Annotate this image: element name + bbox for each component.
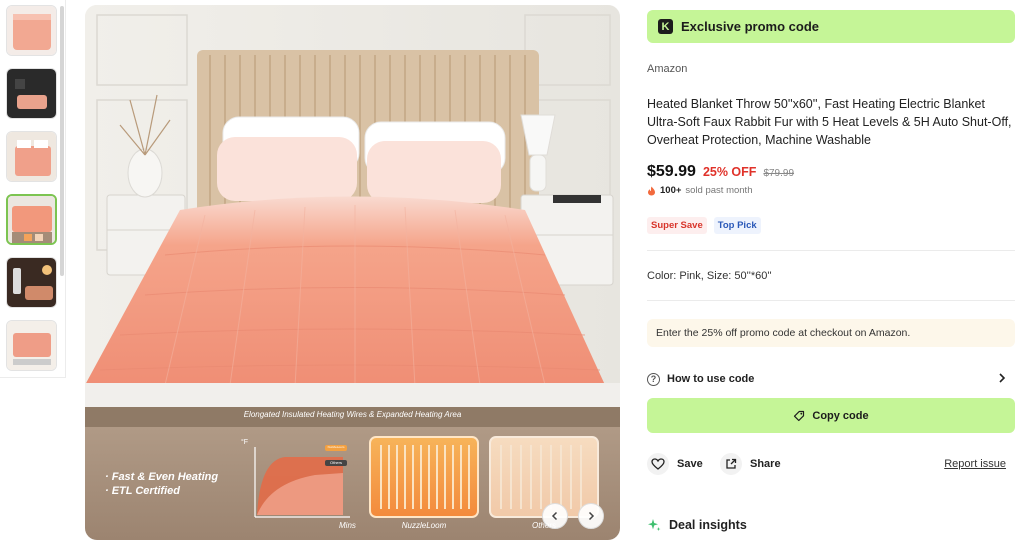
chart-y-unit: °F bbox=[241, 439, 249, 446]
copy-code-label: Copy code bbox=[812, 409, 869, 422]
product-title: Heated Blanket Throw 50''x60'', Fast Hea… bbox=[647, 97, 1012, 147]
thumbnail-6[interactable] bbox=[6, 320, 57, 371]
variant-info: Color: Pink, Size: 50''*60'' bbox=[647, 270, 772, 282]
sold-count-row: 100+ sold past month bbox=[647, 185, 752, 196]
divider bbox=[647, 300, 1015, 301]
tag-list: Super Save Top Pick bbox=[647, 217, 761, 234]
next-image-button[interactable] bbox=[578, 503, 604, 529]
image-banner-text: Elongated Insulated Heating Wires & Expa… bbox=[243, 410, 462, 419]
report-issue-link[interactable]: Report issue bbox=[944, 458, 1006, 470]
thumbnail-3[interactable] bbox=[6, 131, 57, 182]
deal-insights-heading: Deal insights bbox=[647, 518, 747, 532]
tag-super-save: Super Save bbox=[647, 217, 707, 234]
thumbnail-gallery bbox=[0, 0, 66, 378]
chevron-left-icon bbox=[551, 511, 558, 521]
price-row: $59.99 25% OFF $79.99 bbox=[647, 163, 794, 181]
fire-icon bbox=[648, 186, 655, 195]
chart-badge-top: NuzzleLoom bbox=[327, 445, 345, 449]
store-name: Amazon bbox=[647, 63, 688, 75]
thumbnail-5[interactable] bbox=[6, 257, 57, 308]
save-label: Save bbox=[677, 458, 703, 470]
promo-instruction-note: Enter the 25% off promo code at checkout… bbox=[647, 319, 1015, 347]
main-product-image: Elongated Insulated Heating Wires & Expa… bbox=[85, 5, 620, 540]
chevron-right-icon bbox=[999, 373, 1006, 383]
feature-1: · Fast & Even Heating bbox=[105, 471, 219, 483]
heart-icon bbox=[647, 453, 669, 475]
share-icon bbox=[720, 453, 742, 475]
thumbnail-scrollbar[interactable] bbox=[60, 6, 64, 276]
product-photo bbox=[85, 5, 620, 540]
chart-x-label: Mins bbox=[339, 521, 356, 530]
save-button[interactable]: Save bbox=[647, 453, 703, 475]
discount-percent: 25% OFF bbox=[702, 165, 757, 179]
prev-image-button[interactable] bbox=[542, 503, 568, 529]
thumbnail-2[interactable] bbox=[6, 68, 57, 119]
original-price: $79.99 bbox=[763, 168, 795, 179]
tag-top-pick: Top Pick bbox=[713, 217, 761, 234]
tag-icon bbox=[794, 410, 805, 421]
panel-label-nuzzleloom: NuzzleLoom bbox=[401, 521, 447, 530]
share-label: Share bbox=[750, 458, 781, 470]
thumbnail-1[interactable] bbox=[6, 5, 57, 56]
sparkle-icon bbox=[648, 519, 661, 531]
sold-text: sold past month bbox=[685, 185, 753, 196]
thumbnail-4[interactable] bbox=[6, 194, 57, 245]
share-button[interactable]: Share bbox=[720, 453, 781, 475]
sold-count: 100+ bbox=[660, 185, 682, 196]
chevron-right-icon bbox=[588, 511, 595, 521]
exclusive-promo-banner: K Exclusive promo code bbox=[647, 10, 1015, 43]
how-to-label: How to use code bbox=[667, 373, 755, 385]
action-row: Save Share Report issue bbox=[647, 453, 1015, 475]
promo-title: Exclusive promo code bbox=[681, 19, 819, 34]
deal-insights-label: Deal insights bbox=[669, 518, 747, 532]
copy-code-button[interactable]: Copy code bbox=[647, 398, 1015, 433]
chart-badge-other: Others bbox=[329, 460, 342, 465]
help-circle-icon: ? bbox=[647, 372, 660, 386]
feature-2: · ETL Certified bbox=[105, 485, 180, 497]
divider bbox=[647, 250, 1015, 251]
how-to-use-code-row[interactable]: ? How to use code bbox=[647, 370, 1015, 388]
product-details-panel: K Exclusive promo code Amazon Heated Bla… bbox=[647, 0, 1015, 545]
current-price: $59.99 bbox=[647, 163, 696, 180]
brand-logo-icon: K bbox=[658, 19, 673, 34]
